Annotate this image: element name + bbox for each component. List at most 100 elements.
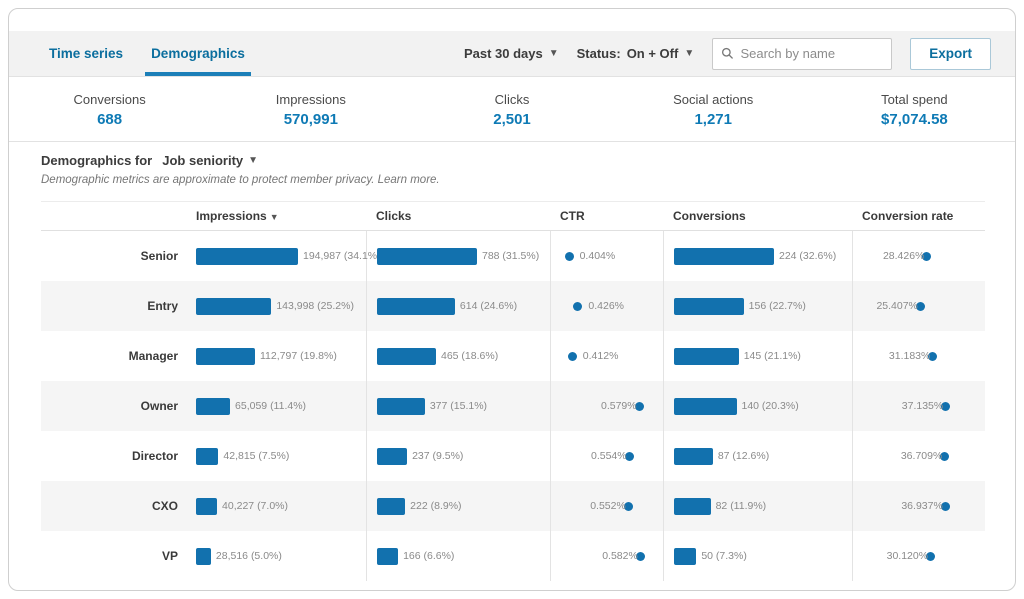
metric-value: 570,991 [284, 111, 338, 128]
conversion-rate-cell: 30.120% [852, 531, 985, 581]
conversion-rate-cell: 28.426% [852, 231, 985, 281]
conversions-bar [674, 498, 711, 515]
conversions-cell: 224 (32.6%) [663, 231, 852, 281]
impressions-column-header[interactable]: Impressions▼ [186, 209, 366, 223]
ctr-dot [565, 252, 574, 261]
category-label: Director [41, 449, 186, 463]
impressions-bar [196, 498, 217, 515]
conversions-bar [674, 548, 696, 565]
conversions-column-header[interactable]: Conversions [663, 209, 852, 223]
conversions-bar [674, 298, 744, 315]
impressions-cell: 42,815 (7.5%) [186, 431, 366, 481]
clicks-bar [377, 548, 398, 565]
metric-impressions: Impressions 570,991 [210, 78, 411, 141]
conversions-bar [674, 348, 739, 365]
tab-time-series[interactable]: Time series [35, 31, 137, 76]
category-cell: Entry [41, 281, 186, 331]
conversions-value: 87 (12.6%) [718, 450, 769, 462]
status-filter: Status: On + Off ▼ [577, 46, 695, 61]
conversion-rate-column-header[interactable]: Conversion rate [852, 209, 985, 223]
impressions-cell: 28,516 (5.0%) [186, 531, 366, 581]
date-range-value: Past 30 days [464, 46, 543, 61]
ctr-column-header[interactable]: CTR [550, 209, 663, 223]
conversion-rate-cell: 37.135% [852, 381, 985, 431]
conversions-cell: 87 (12.6%) [663, 431, 852, 481]
clicks-cell: 237 (9.5%) [366, 431, 550, 481]
clicks-column-header[interactable]: Clicks [366, 209, 550, 223]
conversions-value: 156 (22.7%) [749, 300, 806, 312]
ctr-value: 0.582% [602, 550, 638, 562]
clicks-cell: 166 (6.6%) [366, 531, 550, 581]
ctr-cell: 0.426% [550, 281, 663, 331]
analytics-card: Time series Demographics Past 30 days ▼ … [8, 8, 1016, 591]
conversion-rate-value: 25.407% [876, 300, 917, 312]
conversions-value: 145 (21.1%) [744, 350, 801, 362]
clicks-cell: 222 (8.9%) [366, 481, 550, 531]
ctr-dot [573, 302, 582, 311]
metric-value: 1,271 [694, 111, 732, 128]
conversions-cell: 156 (22.7%) [663, 281, 852, 331]
ctr-cell: 0.552% [550, 481, 663, 531]
search-icon [721, 46, 734, 61]
status-label: Status: [577, 46, 621, 61]
impressions-cell: 65,059 (11.4%) [186, 381, 366, 431]
category-cell: Senior [41, 231, 186, 281]
impressions-bar [196, 348, 255, 365]
ctr-value: 0.579% [601, 400, 637, 412]
ctr-cell: 0.579% [550, 381, 663, 431]
table-row: Senior194,987 (34.1%)788 (31.5%)0.404%22… [41, 231, 985, 281]
sort-descending-icon: ▼ [270, 212, 279, 222]
conversions-cell: 140 (20.3%) [663, 381, 852, 431]
ctr-value: 0.552% [590, 500, 626, 512]
impressions-value: 65,059 (11.4%) [235, 400, 306, 412]
tab-bar: Time series Demographics Past 30 days ▼ … [9, 31, 1015, 77]
conversions-bar [674, 248, 774, 265]
impressions-cell: 143,998 (25.2%) [186, 281, 366, 331]
clicks-value: 166 (6.6%) [403, 550, 454, 562]
chevron-down-icon: ▼ [549, 48, 559, 59]
conversion-rate-value: 30.120% [887, 550, 928, 562]
metric-label: Total spend [881, 92, 948, 107]
impressions-bar [196, 248, 298, 265]
search-input[interactable] [740, 46, 883, 61]
clicks-bar [377, 448, 407, 465]
conversions-bar [674, 398, 737, 415]
clicks-bar [377, 348, 436, 365]
table-row: CXO40,227 (7.0%)222 (8.9%)0.552%82 (11.9… [41, 481, 985, 531]
clicks-bar [377, 498, 405, 515]
learn-more-link[interactable]: Learn more. [378, 174, 440, 186]
conversion-rate-cell: 31.183% [852, 331, 985, 381]
table-row: Director42,815 (7.5%)237 (9.5%)0.554%87 … [41, 431, 985, 481]
table-header-row: Impressions▼ Clicks CTR Conversions Conv… [41, 201, 985, 231]
category-cell: VP [41, 531, 186, 581]
chevron-down-icon: ▼ [684, 48, 694, 59]
export-button[interactable]: Export [910, 38, 991, 70]
conversion-rate-cell: 25.407% [852, 281, 985, 331]
metric-clicks: Clicks 2,501 [411, 78, 612, 141]
category-cell: Owner [41, 381, 186, 431]
conversions-cell: 50 (7.3%) [663, 531, 852, 581]
conversions-cell: 82 (11.9%) [663, 481, 852, 531]
date-range-dropdown[interactable]: Past 30 days ▼ [464, 46, 559, 61]
demographics-for-label: Demographics for [41, 153, 152, 168]
conversions-cell: 145 (21.1%) [663, 331, 852, 381]
status-dropdown[interactable]: On + Off ▼ [627, 46, 695, 61]
ctr-dot [568, 352, 577, 361]
clicks-value: 377 (15.1%) [430, 400, 487, 412]
conversions-value: 50 (7.3%) [701, 550, 747, 562]
ctr-cell: 0.412% [550, 331, 663, 381]
chevron-down-icon: ▼ [248, 155, 258, 166]
ctr-value: 0.404% [580, 250, 616, 262]
impressions-cell: 40,227 (7.0%) [186, 481, 366, 531]
toolbar: Past 30 days ▼ Status: On + Off ▼ Export [464, 38, 1015, 70]
dimension-dropdown[interactable]: Job seniority ▼ [162, 153, 258, 168]
category-label: Owner [41, 399, 186, 413]
impressions-cell: 112,797 (19.8%) [186, 331, 366, 381]
category-label: VP [41, 549, 186, 563]
clicks-value: 222 (8.9%) [410, 500, 461, 512]
metric-conversions: Conversions 688 [9, 78, 210, 141]
impressions-bar [196, 398, 230, 415]
impressions-value: 143,998 (25.2%) [276, 300, 354, 312]
tab-demographics[interactable]: Demographics [137, 31, 259, 76]
category-label: Entry [41, 299, 186, 313]
